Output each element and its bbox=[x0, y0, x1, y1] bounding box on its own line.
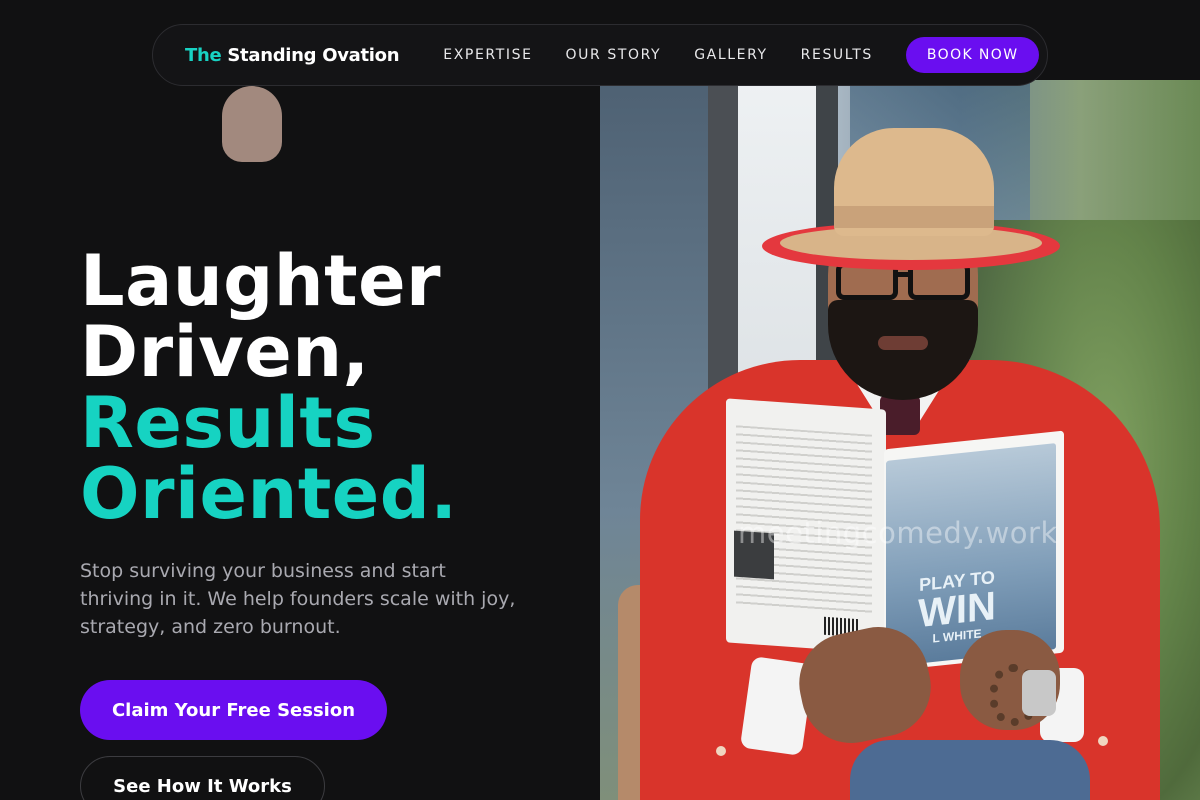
nav-link-our-story[interactable]: OUR STORY bbox=[566, 47, 662, 63]
headline-line-1: Laughter bbox=[80, 240, 442, 322]
watch-icon bbox=[1022, 670, 1056, 716]
nav-link-results[interactable]: RESULTS bbox=[801, 47, 873, 63]
hero-headline: Laughter Driven, Results Oriented. bbox=[80, 246, 457, 530]
nav-link-gallery[interactable]: GALLERY bbox=[694, 47, 767, 63]
nav-link-expertise[interactable]: EXPERTISE bbox=[443, 47, 532, 63]
top-nav: The Standing Ovation EXPERTISE OUR STORY… bbox=[152, 24, 1048, 86]
brand-logo[interactable]: The Standing Ovation bbox=[185, 44, 400, 66]
brand-name: Standing Ovation bbox=[227, 44, 400, 66]
headline-line-2: Driven, bbox=[80, 311, 370, 393]
see-how-it-works-button[interactable]: See How It Works bbox=[80, 756, 325, 800]
claim-free-session-button[interactable]: Claim Your Free Session bbox=[80, 680, 387, 740]
hero-subtitle: Stop surviving your business and start t… bbox=[80, 560, 516, 638]
brand-accent: The bbox=[185, 44, 222, 66]
book-now-button[interactable]: BOOK NOW bbox=[905, 37, 1040, 73]
headline-line-3: Results bbox=[80, 382, 376, 464]
headline-line-4: Oriented. bbox=[80, 453, 458, 535]
watermark: meetingcomedy.work bbox=[738, 516, 1058, 550]
